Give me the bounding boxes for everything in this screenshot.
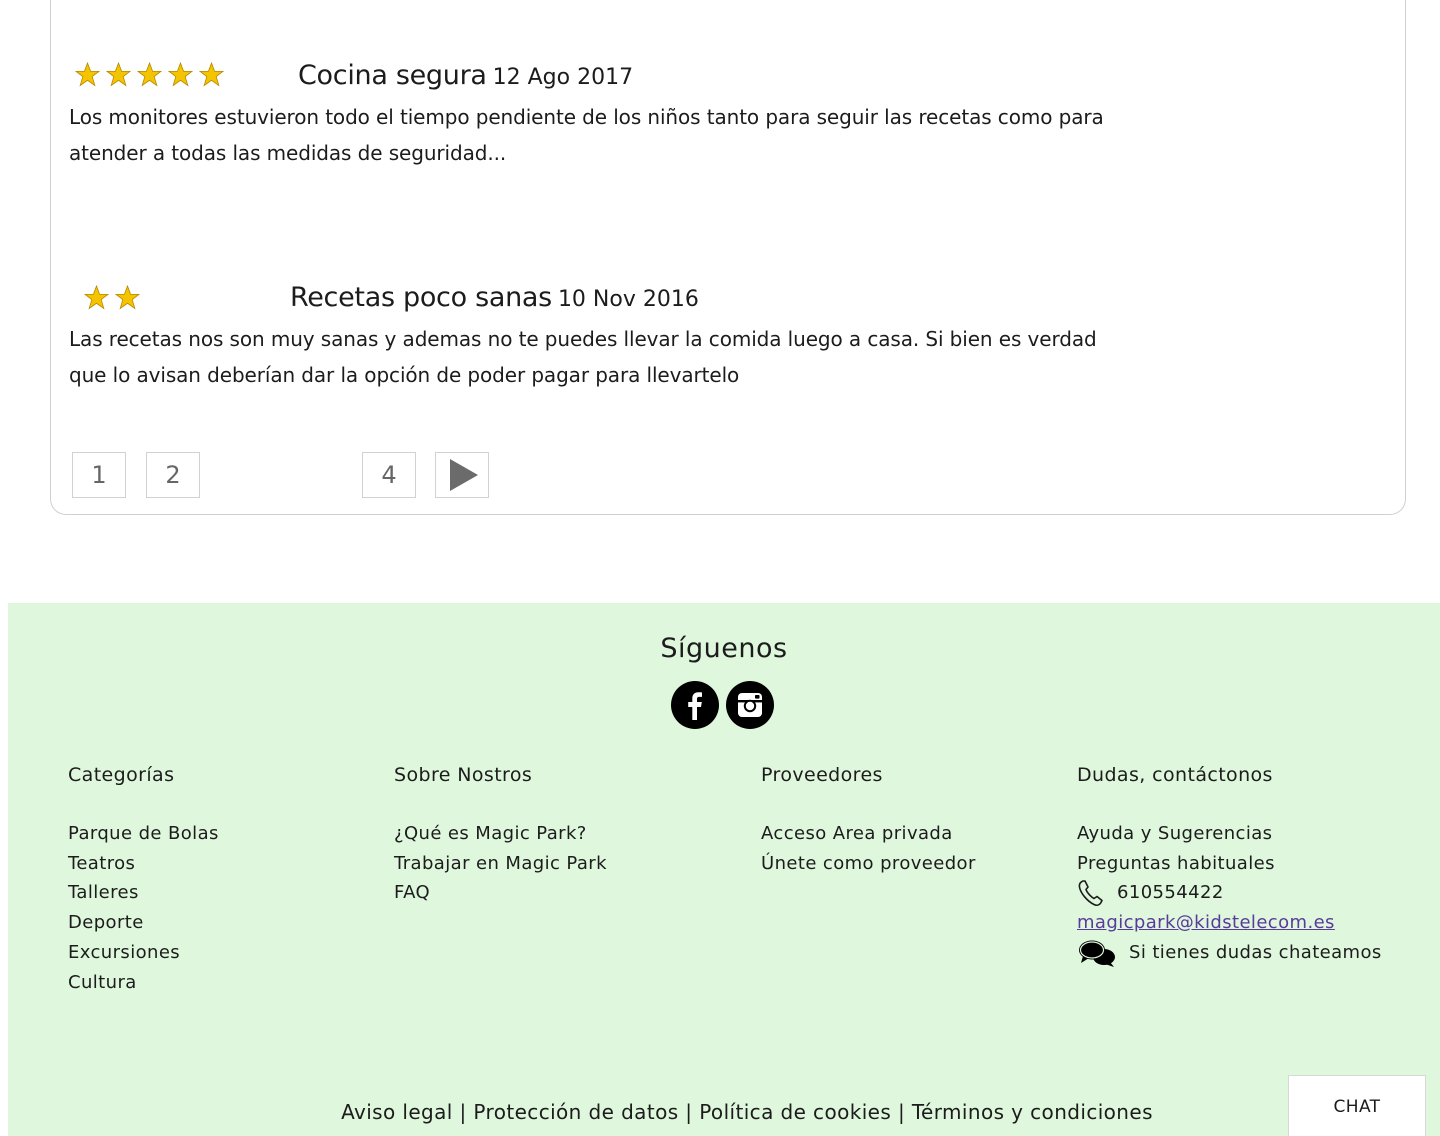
review-date: 12 Ago 2017: [492, 65, 634, 90]
legal-separator: |: [678, 1100, 700, 1124]
review-rating-5-stars: [75, 62, 224, 87]
aviso-legal-link[interactable]: Aviso legal: [341, 1100, 453, 1124]
footer-link[interactable]: Cultura: [68, 968, 219, 998]
politica-cookies-link[interactable]: Política de cookies: [699, 1100, 891, 1124]
phone-icon: [1078, 880, 1103, 907]
page-button-2[interactable]: 2: [146, 452, 200, 498]
chat-row[interactable]: Si tienes dudas chateamos: [1077, 938, 1382, 968]
instagram-icon[interactable]: [726, 681, 774, 729]
follow-title: Síguenos: [660, 633, 788, 664]
review-title-text: Recetas poco sanas: [290, 282, 552, 313]
play-icon: [450, 459, 478, 491]
footer-link[interactable]: ¿Qué es Magic Park?: [394, 819, 607, 849]
chat-text: Si tienes dudas chateamos: [1129, 941, 1382, 963]
facebook-glyph: [688, 692, 702, 720]
review-text: Los monitores estuvieron todo el tiempo …: [69, 105, 1104, 165]
page-button-1[interactable]: 1: [72, 452, 126, 498]
footer-column-sobre-nosotros: Sobre Nostros ¿Qué es Magic Park? Trabaj…: [394, 764, 607, 908]
star-icon: [84, 285, 109, 310]
footer-link[interactable]: Únete como proveedor: [761, 849, 976, 879]
star-icon: [137, 62, 162, 87]
review-title: Recetas poco sanas 10 Nov 2016: [290, 282, 699, 313]
column-heading: Sobre Nostros: [394, 764, 533, 786]
footer-link[interactable]: FAQ: [394, 878, 607, 908]
legal-separator: |: [452, 1100, 474, 1124]
footer-column-contacto: Dudas, contáctonos Ayuda y Sugerencias P…: [1077, 764, 1382, 968]
instagram-glyph: [738, 693, 762, 717]
review-title: Cocina segura 12 Ago 2017: [298, 60, 633, 91]
facebook-icon[interactable]: [671, 681, 719, 729]
proteccion-datos-link[interactable]: Protección de datos: [473, 1100, 678, 1124]
star-icon: [168, 62, 193, 87]
star-icon: [106, 62, 131, 87]
legal-links: Aviso legal | Protección de datos | Polí…: [8, 1100, 1440, 1124]
footer-link[interactable]: Parque de Bolas: [68, 819, 219, 849]
review-date: 10 Nov 2016: [557, 287, 699, 312]
reviews-card: Cocina segura 12 Ago 2017 Los monitores e…: [50, 0, 1406, 515]
footer: Síguenos Categorías Parque de Bolas Teat…: [8, 603, 1440, 1136]
review-title-text: Cocina segura: [298, 60, 487, 91]
footer-link[interactable]: Teatros: [68, 849, 219, 879]
footer-column-categorias: Categorías Parque de Bolas Teatros Talle…: [68, 764, 219, 997]
footer-column-proveedores: Proveedores Acceso Area privada Únete co…: [761, 764, 976, 878]
footer-link[interactable]: Excursiones: [68, 938, 219, 968]
footer-link[interactable]: Trabajar en Magic Park: [394, 849, 607, 879]
footer-link[interactable]: Ayuda y Sugerencias: [1077, 819, 1382, 849]
review-rating-2-stars: [84, 285, 140, 310]
star-icon: [199, 62, 224, 87]
phone-number[interactable]: 610554422: [1117, 878, 1224, 908]
legal-separator: |: [891, 1100, 912, 1124]
email-link[interactable]: magicpark@kidstelecom.es: [1077, 908, 1382, 938]
next-page-button[interactable]: [435, 452, 489, 498]
footer-link[interactable]: Acceso Area privada: [761, 819, 976, 849]
terminos-link[interactable]: Términos y condiciones: [912, 1100, 1153, 1124]
phone-row: 610554422: [1077, 878, 1382, 908]
footer-link[interactable]: Talleres: [68, 878, 219, 908]
column-heading: Categorías: [68, 764, 175, 786]
review-text: Las recetas nos son muy sanas y ademas n…: [69, 327, 1097, 387]
social-links: [671, 681, 774, 729]
star-icon: [115, 285, 140, 310]
footer-link[interactable]: Preguntas habituales: [1077, 849, 1382, 879]
chat-button[interactable]: CHAT: [1288, 1075, 1426, 1136]
star-icon: [75, 62, 100, 87]
footer-link[interactable]: Deporte: [68, 908, 219, 938]
chat-bubbles-icon: [1079, 940, 1115, 967]
page-button-4[interactable]: 4: [362, 452, 416, 498]
column-heading: Dudas, contáctonos: [1077, 764, 1273, 786]
column-heading: Proveedores: [761, 764, 883, 786]
